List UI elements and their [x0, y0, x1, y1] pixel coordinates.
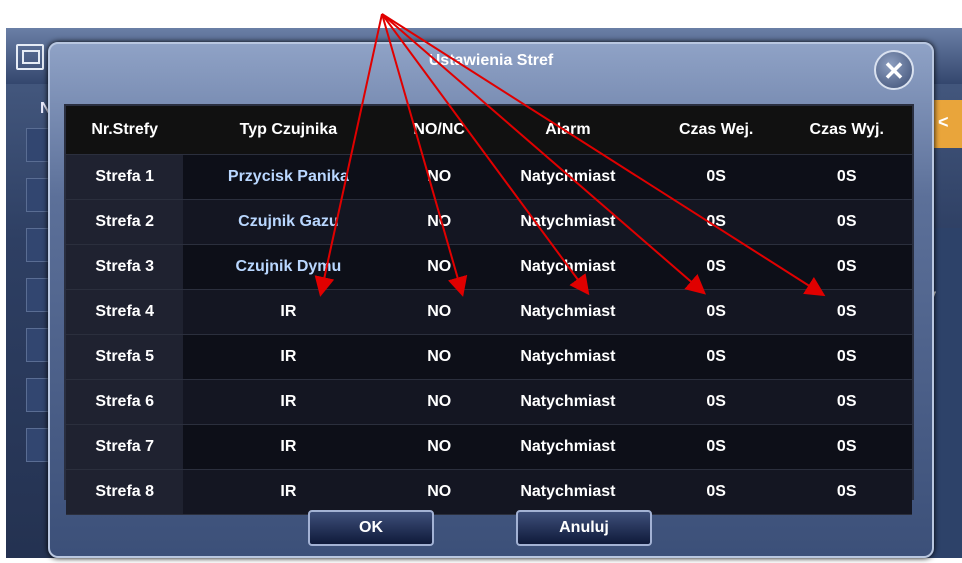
annotation-arrow-entry-delay	[381, 13, 707, 295]
annotation-arrow-exit-delay	[381, 13, 826, 297]
annotation-arrow-sensor-type	[314, 13, 383, 297]
annotation-arrow-alarm	[381, 13, 590, 296]
annotation-arrows	[314, 13, 826, 297]
annotation-arrow-no-nc	[381, 13, 468, 297]
